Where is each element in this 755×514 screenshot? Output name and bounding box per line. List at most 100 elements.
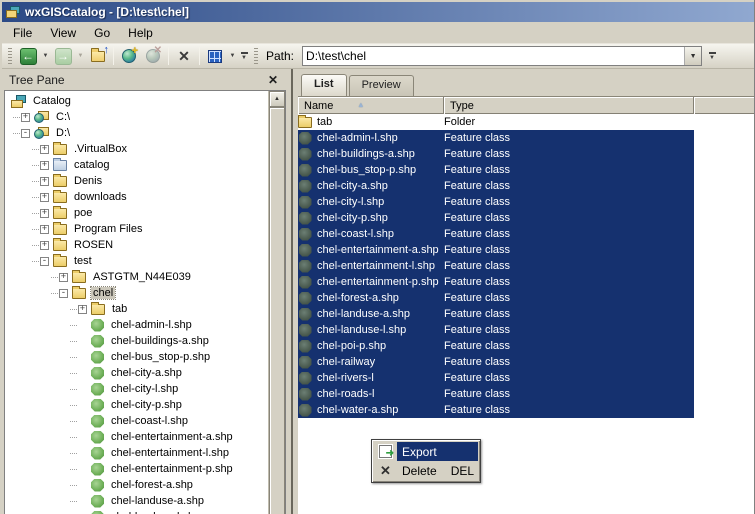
list-row-chel-forest-a-shp[interactable]: chel-forest-a.shp Feature class	[298, 290, 694, 306]
tree-item-denis[interactable]: + Denis	[5, 173, 268, 189]
expand-icon[interactable]: +	[40, 208, 49, 218]
menu-file[interactable]: File	[4, 23, 41, 43]
toolbar-overflow-button[interactable]: ▼	[706, 47, 718, 65]
tree-item-chel-city-l-shp[interactable]: chel-city-l.shp	[5, 381, 268, 397]
tree-item-chel-forest-a-shp[interactable]: chel-forest-a.shp	[5, 477, 268, 493]
list-row-chel-landuse-l-shp[interactable]: chel-landuse-l.shp Feature class	[298, 322, 694, 338]
back-icon: ←	[19, 47, 37, 65]
expand-icon[interactable]: +	[40, 240, 49, 250]
view-dropdown-button[interactable]: ▼	[227, 45, 238, 67]
context-menu-item-export[interactable]: Export	[374, 442, 478, 461]
shapefile-icon	[91, 414, 104, 428]
list-row-chel-entertainment-p-shp[interactable]: chel-entertainment-p.shp Feature class	[298, 274, 694, 290]
tree-item-chel-city-a-shp[interactable]: chel-city-a.shp	[5, 365, 268, 381]
list-row-chel-landuse-a-shp[interactable]: chel-landuse-a.shp Feature class	[298, 306, 694, 322]
collapse-icon[interactable]: -	[59, 288, 68, 298]
list-row-chel-buildings-a-shp[interactable]: chel-buildings-a.shp Feature class	[298, 146, 694, 162]
list-row-chel-poi-p-shp[interactable]: chel-poi-p.shp Feature class	[298, 338, 694, 354]
toolbar-grip[interactable]	[254, 48, 258, 64]
tree-item-poe[interactable]: + poe	[5, 205, 268, 221]
path-dropdown-button[interactable]: ▼	[684, 47, 702, 65]
tree-item-chel-entertainment-p-shp[interactable]: chel-entertainment-p.shp	[5, 461, 268, 477]
pane-splitter[interactable]	[287, 69, 298, 514]
collapse-icon[interactable]: -	[40, 256, 49, 266]
row-type: Feature class	[444, 212, 511, 224]
expand-icon[interactable]: +	[40, 224, 49, 234]
expand-icon[interactable]: +	[40, 192, 49, 202]
scroll-up-icon[interactable]: ▲	[269, 91, 285, 107]
tree-vertical-scrollbar[interactable]: ▲	[268, 91, 285, 514]
tree-item-label: chel	[89, 286, 117, 300]
delete-button[interactable]: ✕	[172, 45, 196, 67]
tree-item-rosen[interactable]: + ROSEN	[5, 237, 268, 253]
view-mode-button[interactable]	[203, 45, 227, 67]
expand-icon[interactable]: +	[78, 304, 87, 314]
tree-item-catalog[interactable]: + catalog	[5, 157, 268, 173]
expand-icon[interactable]: +	[59, 272, 68, 282]
list-row-chel-entertainment-a-shp[interactable]: chel-entertainment-a.shp Feature class	[298, 242, 694, 258]
expand-icon[interactable]: +	[40, 144, 49, 154]
list-row-chel-water-a-shp[interactable]: chel-water-a.shp Feature class	[298, 402, 694, 418]
tree-item-chel-admin-l-shp[interactable]: chel-admin-l.shp	[5, 317, 268, 333]
tree-item-virtualbox[interactable]: + .VirtualBox	[5, 141, 268, 157]
up-one-level-button[interactable]: ↑	[86, 45, 110, 67]
row-type: Feature class	[444, 196, 511, 208]
forward-button[interactable]: →	[51, 45, 75, 67]
back-button[interactable]: ←	[16, 45, 40, 67]
list-row-chel-city-p-shp[interactable]: chel-city-p.shp Feature class	[298, 210, 694, 226]
list-row-chel-city-l-shp[interactable]: chel-city-l.shp Feature class	[298, 194, 694, 210]
tree-item-chel-bus-stop-p-shp[interactable]: chel-bus_stop-p.shp	[5, 349, 268, 365]
list-row-chel-roads-l[interactable]: chel-roads-l Feature class	[298, 386, 694, 402]
tree-item-chel-city-p-shp[interactable]: chel-city-p.shp	[5, 397, 268, 413]
tab-preview[interactable]: Preview	[348, 75, 414, 96]
disconnect-folder-button[interactable]: ✕	[141, 45, 165, 67]
tree-item-c[interactable]: + C:\	[5, 109, 268, 125]
list-row-chel-admin-l-shp[interactable]: chel-admin-l.shp Feature class	[298, 130, 694, 146]
menu-go[interactable]: Go	[85, 23, 119, 43]
connect-folder-button[interactable]: +	[117, 45, 141, 67]
menu-help[interactable]: Help	[119, 23, 162, 43]
column-header-type[interactable]: Type	[444, 97, 694, 114]
tree-item-downloads[interactable]: + downloads	[5, 189, 268, 205]
list-row-chel-coast-l-shp[interactable]: chel-coast-l.shp Feature class	[298, 226, 694, 242]
context-menu-item-delete[interactable]: ✕ Delete DEL	[374, 461, 478, 480]
list-row-chel-rivers-l[interactable]: chel-rivers-l Feature class	[298, 370, 694, 386]
tree-item-chel[interactable]: - chel	[5, 285, 268, 301]
list-row-chel-city-a-shp[interactable]: chel-city-a.shp Feature class	[298, 178, 694, 194]
column-header-name[interactable]: Name ▲	[298, 97, 444, 114]
menu-view[interactable]: View	[41, 23, 85, 43]
row-type: Feature class	[444, 324, 511, 336]
expand-icon[interactable]: +	[21, 112, 30, 122]
tree-item-chel-entertainment-a-shp[interactable]: chel-entertainment-a.shp	[5, 429, 268, 445]
tree-item-program-files[interactable]: + Program Files	[5, 221, 268, 237]
toolbar-grip[interactable]	[8, 48, 12, 64]
list-row-chel-railway[interactable]: chel-railway Feature class	[298, 354, 694, 370]
list-row-chel-bus-stop-p-shp[interactable]: chel-bus_stop-p.shp Feature class	[298, 162, 694, 178]
tree-item-chel-coast-l-shp[interactable]: chel-coast-l.shp	[5, 413, 268, 429]
toolbar-overflow-button[interactable]: ▼	[238, 47, 250, 65]
tree-item-astgtm-n44e039[interactable]: + ASTGTM_N44E039	[5, 269, 268, 285]
row-name: chel-landuse-a.shp	[317, 308, 410, 320]
tree-item-d[interactable]: - D:\	[5, 125, 268, 141]
list-row-chel-entertainment-l-shp[interactable]: chel-entertainment-l.shp Feature class	[298, 258, 694, 274]
tree-item-catalog[interactable]: Catalog	[5, 93, 268, 109]
tree-item-test[interactable]: - test	[5, 253, 268, 269]
shapefile-icon	[91, 494, 104, 508]
tab-list[interactable]: List	[301, 74, 347, 96]
tree-connector	[32, 196, 39, 198]
scrollbar-thumb[interactable]	[269, 107, 285, 514]
tree-item-chel-landuse-l-shp[interactable]: chel-landuse-l.shp	[5, 509, 268, 514]
forward-dropdown-button[interactable]: ▼	[75, 45, 86, 67]
tree-item-chel-entertainment-l-shp[interactable]: chel-entertainment-l.shp	[5, 445, 268, 461]
expand-icon[interactable]: +	[40, 176, 49, 186]
expand-icon[interactable]: +	[40, 160, 49, 170]
tree-item-chel-buildings-a-shp[interactable]: chel-buildings-a.shp	[5, 333, 268, 349]
up-arrow-icon: ↑	[103, 44, 110, 56]
tree-item-chel-landuse-a-shp[interactable]: chel-landuse-a.shp	[5, 493, 268, 509]
tree-item-tab[interactable]: + tab	[5, 301, 268, 317]
path-input[interactable]	[303, 47, 685, 65]
back-dropdown-button[interactable]: ▼	[40, 45, 51, 67]
collapse-icon[interactable]: -	[21, 128, 30, 138]
list-row-tab[interactable]: tab Folder	[298, 114, 694, 130]
close-icon[interactable]: ✕	[266, 73, 280, 87]
